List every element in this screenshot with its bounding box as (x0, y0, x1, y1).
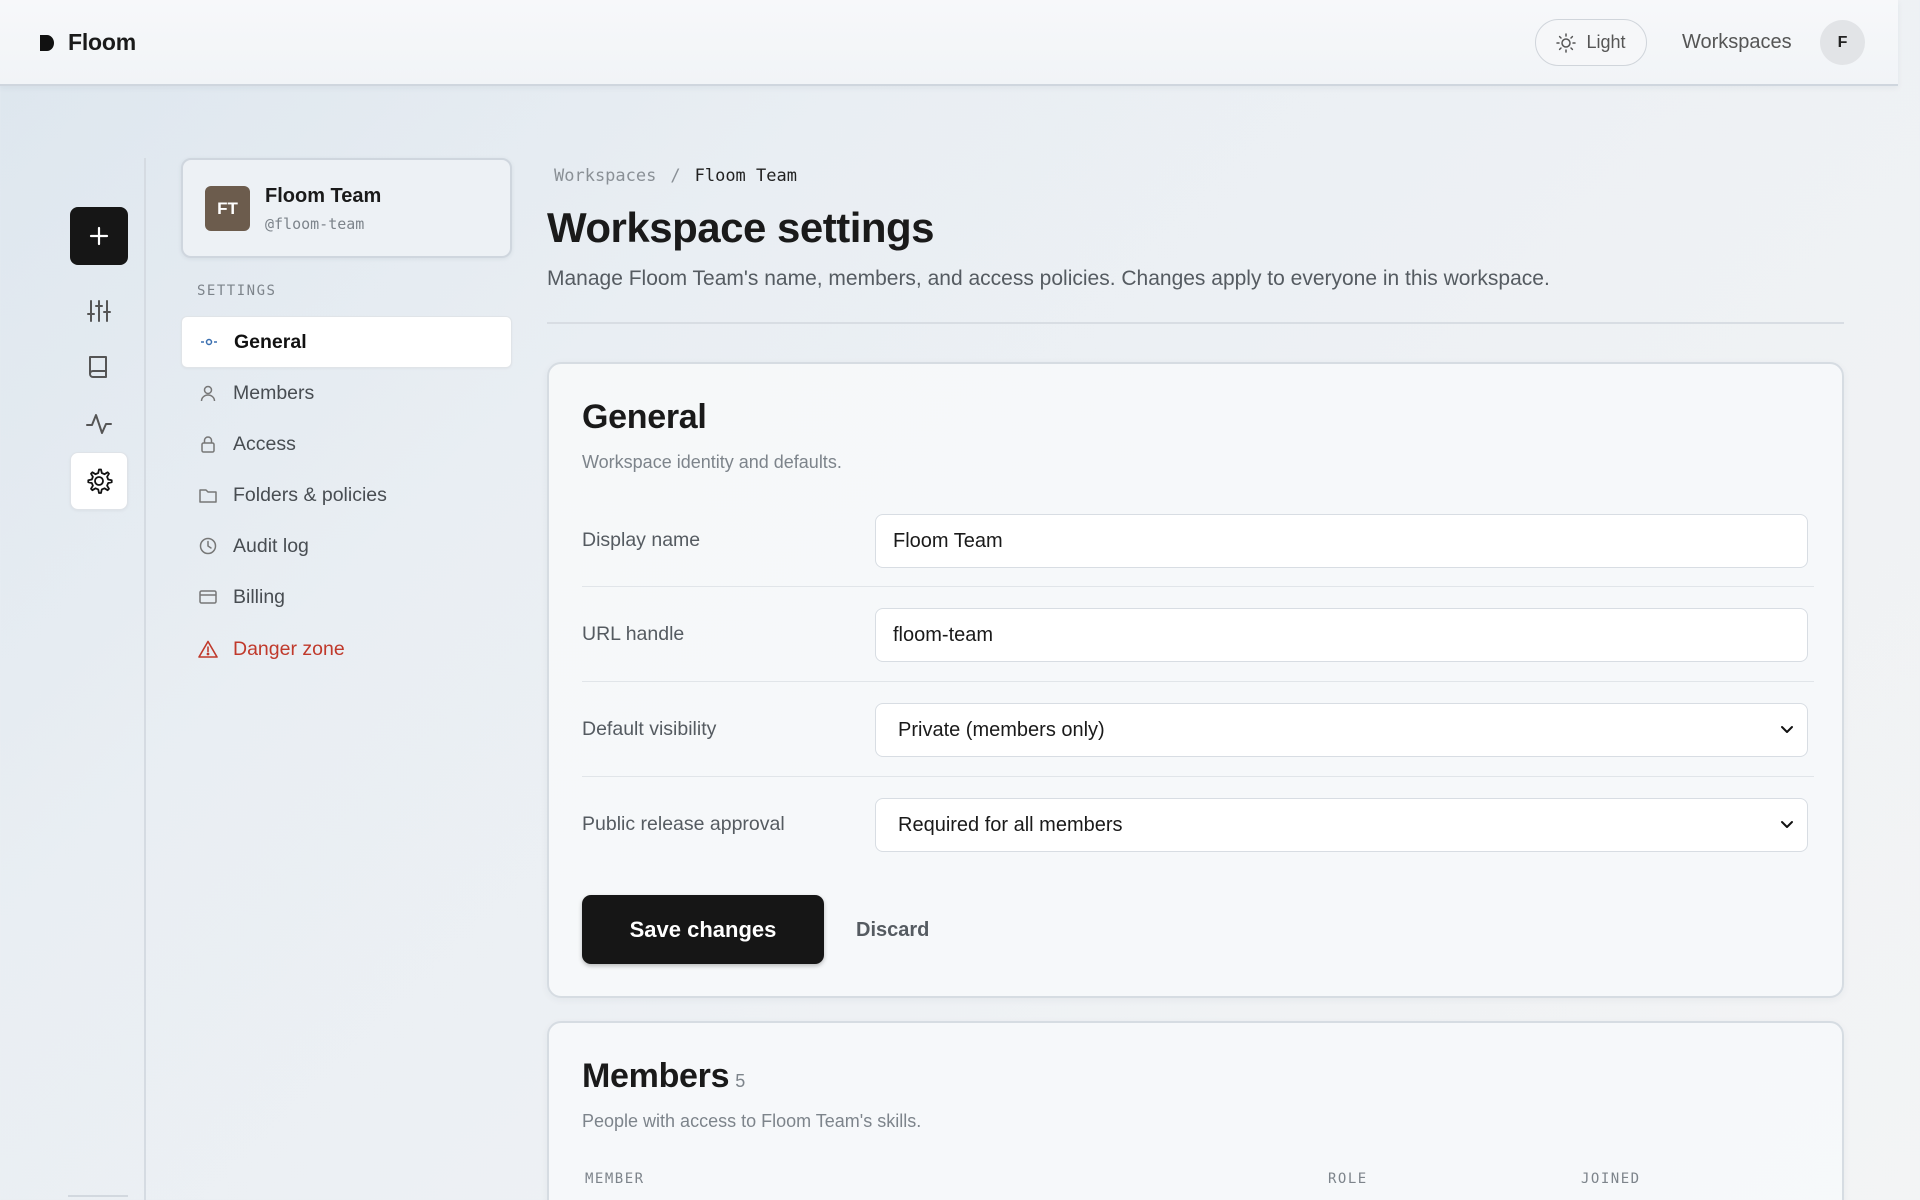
sidebar-item-billing[interactable]: Billing (181, 571, 512, 623)
url-handle-label: URL handle (582, 623, 685, 645)
general-icon (199, 332, 219, 352)
members-card: Members 5 People with access to Floom Tea… (547, 1021, 1844, 1200)
default-visibility-row: Default visibility Private (members only… (582, 703, 1814, 797)
sidebar-item-label: Audit log (233, 534, 309, 557)
header-divider (547, 322, 1844, 324)
book-icon[interactable] (84, 352, 114, 382)
release-approval-label: Public release approval (582, 813, 785, 835)
column-header-member: MEMBER (585, 1171, 645, 1187)
folder-icon (198, 485, 218, 505)
general-card: General Workspace identity and defaults.… (547, 362, 1844, 998)
floom-logo-icon (40, 34, 54, 51)
new-button[interactable] (70, 207, 128, 265)
workspace-name: Floom Team (265, 185, 382, 207)
app-name: Floom (68, 29, 136, 55)
page-title: Workspace settings (547, 204, 935, 251)
chevron-down-icon (1781, 821, 1793, 828)
workspaces-link[interactable]: Workspaces (1682, 31, 1792, 54)
settings-button[interactable] (70, 452, 128, 510)
display-name-input[interactable]: Floom Team (875, 514, 1808, 568)
url-handle-row: URL handle floom-team (582, 608, 1814, 702)
card-icon (198, 587, 218, 607)
clock-icon (198, 536, 218, 556)
sidebar-item-label: Access (233, 432, 296, 455)
release-approval-value: Required for all members (898, 813, 1123, 836)
row-divider (582, 586, 1814, 587)
gear-icon (87, 468, 113, 494)
plus-icon (89, 226, 109, 246)
sidebar-item-label: General (234, 330, 307, 353)
sidebar-item-label: Billing (233, 585, 286, 608)
breadcrumb-workspaces[interactable]: Workspaces (554, 166, 656, 186)
workspace-handle: @floom-team (265, 215, 365, 233)
warning-icon (198, 639, 218, 659)
column-header-role: ROLE (1328, 1171, 1368, 1187)
sidebar-item-label: Members (233, 381, 315, 404)
workspace-switcher[interactable]: FT Floom Team @floom-team (181, 158, 512, 258)
general-title: General (582, 398, 707, 436)
sidebar-item-members[interactable]: Members (181, 367, 512, 419)
release-approval-select[interactable]: Required for all members (875, 798, 1808, 852)
breadcrumb-current: Floom Team (694, 166, 797, 186)
lock-icon (198, 434, 218, 454)
sidebar-item-danger-zone[interactable]: Danger zone (181, 623, 512, 675)
url-handle-input[interactable]: floom-team (875, 608, 1808, 662)
row-divider (582, 776, 1814, 777)
breadcrumb-separator: / (670, 166, 681, 186)
discard-button[interactable]: Discard (856, 919, 929, 942)
top-bar: Floom Light Workspaces F (0, 0, 1898, 86)
settings-section-label: SETTINGS (197, 283, 277, 299)
default-visibility-label: Default visibility (582, 718, 717, 740)
sidebar-item-audit-log[interactable]: Audit log (181, 520, 512, 572)
sidebar-item-label: Folders & policies (233, 483, 387, 506)
sidebar-item-general[interactable]: General (181, 316, 512, 368)
members-subtitle: People with access to Floom Team's skill… (582, 1111, 922, 1131)
row-divider (582, 681, 1814, 682)
chevron-down-icon (1781, 726, 1793, 733)
brand[interactable]: Floom (40, 29, 136, 56)
members-title-text: Members (582, 1057, 730, 1095)
user-avatar[interactable]: F (1820, 20, 1865, 65)
column-header-joined: JOINED (1581, 1171, 1641, 1187)
theme-toggle-button[interactable]: Light (1535, 19, 1647, 66)
sidebar-item-label: Danger zone (233, 637, 345, 660)
members-title: Members 5 (582, 1057, 745, 1096)
general-subtitle: Workspace identity and defaults. (582, 452, 842, 472)
save-changes-button[interactable]: Save changes (582, 895, 824, 964)
default-visibility-select[interactable]: Private (members only) (875, 703, 1808, 757)
page-subtitle: Manage Floom Team's name, members, and a… (547, 267, 1550, 290)
release-approval-row: Public release approval Required for all… (582, 798, 1814, 892)
workspace-avatar: FT (205, 186, 250, 231)
members-count: 5 (735, 1071, 745, 1091)
default-visibility-value: Private (members only) (898, 718, 1105, 741)
rail-divider (144, 158, 146, 1200)
display-name-row: Display name Floom Team (582, 514, 1814, 608)
breadcrumb: Workspaces / Floom Team (554, 166, 797, 186)
sliders-icon[interactable] (84, 296, 114, 326)
theme-label: Light (1586, 32, 1626, 52)
sun-icon (1556, 32, 1577, 53)
user-icon (198, 383, 218, 403)
sidebar-item-folders-policies[interactable]: Folders & policies (181, 469, 512, 521)
display-name-label: Display name (582, 529, 701, 551)
activity-icon[interactable] (84, 409, 114, 439)
rail-bottom-divider (68, 1195, 128, 1197)
sidebar-item-access[interactable]: Access (181, 418, 512, 470)
